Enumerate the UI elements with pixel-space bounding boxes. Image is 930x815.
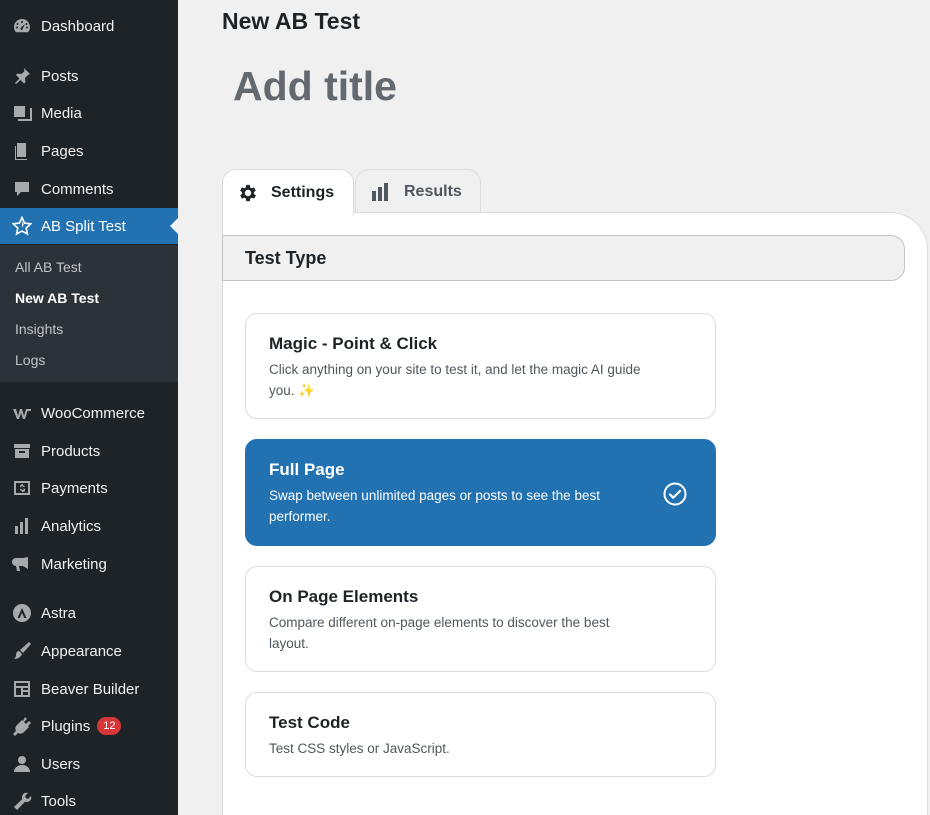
menu-label: Plugins <box>41 717 91 735</box>
menu-label: Astra <box>41 604 77 622</box>
menu-item-payments[interactable]: Payments <box>0 470 178 506</box>
media-icon <box>11 102 33 124</box>
menu-label: Analytics <box>41 517 102 535</box>
plugins-update-badge: 12 <box>97 717 122 735</box>
submenu-item-all-ab-test[interactable]: All AB Test <box>15 259 82 275</box>
menu-label: Users <box>41 755 81 773</box>
plug-icon <box>11 715 33 737</box>
pin-icon <box>11 65 33 87</box>
option-magic-point-click[interactable]: Magic - Point & Click Click anything on … <box>245 313 716 419</box>
tab-results[interactable]: Results <box>355 169 481 213</box>
menu-label: Dashboard <box>41 17 115 35</box>
option-title: Magic - Point & Click <box>269 334 438 353</box>
menu-item-tools[interactable]: Tools <box>0 783 178 815</box>
menu-item-media[interactable]: Media <box>0 95 178 131</box>
dashboard-icon <box>11 15 33 37</box>
menu-item-astra[interactable]: Astra <box>0 595 178 631</box>
menu-label: Media <box>41 104 82 122</box>
menu-label: WooCommerce <box>41 404 145 422</box>
menu-label: Payments <box>41 479 108 497</box>
settings-panel: Test Type Magic - Point & Click Click an… <box>222 212 928 815</box>
menu-item-products[interactable]: Products <box>0 433 178 469</box>
tab-label: Settings <box>271 183 335 201</box>
menu-item-marketing[interactable]: Marketing <box>0 546 178 582</box>
layout-icon <box>11 678 33 700</box>
menu-item-dashboard[interactable]: Dashboard <box>0 8 178 44</box>
brush-icon <box>11 640 33 662</box>
submenu-item-insights[interactable]: Insights <box>15 321 63 337</box>
menu-item-posts[interactable]: Posts <box>0 58 178 94</box>
star-icon <box>11 215 33 237</box>
menu-item-beaver-builder[interactable]: Beaver Builder <box>0 671 178 707</box>
bar-chart-icon <box>11 515 33 537</box>
menu-label: Beaver Builder <box>41 680 140 698</box>
wrench-icon <box>11 790 33 812</box>
archive-icon <box>11 440 33 462</box>
menu-item-comments[interactable]: Comments <box>0 171 178 207</box>
test-type-heading: Test Type <box>222 235 905 281</box>
menu-item-analytics[interactable]: Analytics <box>0 508 178 544</box>
option-title: Test Code <box>269 713 350 732</box>
tab-settings[interactable]: Settings <box>222 169 354 215</box>
admin-sidebar: Dashboard Posts Media Pages Comments AB … <box>0 0 178 815</box>
menu-label: Appearance <box>41 642 122 660</box>
menu-label: Products <box>41 442 101 460</box>
submenu-item-new-ab-test[interactable]: New AB Test <box>15 290 99 306</box>
menu-item-ab-split-test[interactable]: AB Split Test <box>0 208 178 244</box>
option-description: Swap between unlimited pages or posts to… <box>269 488 600 524</box>
option-description: Test CSS styles or JavaScript. <box>269 741 450 756</box>
menu-item-users[interactable]: Users <box>0 746 178 782</box>
tab-label: Results <box>404 182 462 200</box>
menu-item-pages[interactable]: Pages <box>0 133 178 169</box>
pages-icon <box>11 140 33 162</box>
ab-split-test-submenu: All AB Test New AB Test Insights Logs <box>0 245 178 382</box>
menu-label: Pages <box>41 142 84 160</box>
comment-icon <box>11 178 33 200</box>
option-description: Click anything on your site to test it, … <box>269 362 641 398</box>
menu-item-plugins[interactable]: Plugins 12 <box>0 708 178 744</box>
dollar-icon <box>11 477 33 499</box>
menu-item-appearance[interactable]: Appearance <box>0 633 178 669</box>
title-input[interactable] <box>222 56 902 116</box>
gear-icon <box>240 184 256 201</box>
checkmark-circle-icon <box>663 482 687 506</box>
astra-icon <box>11 602 33 624</box>
menu-label: Comments <box>41 180 114 198</box>
woocommerce-icon <box>11 402 33 424</box>
bar-chart-icon <box>372 182 388 201</box>
menu-label: Posts <box>41 67 79 85</box>
option-test-code[interactable]: Test Code Test CSS styles or JavaScript. <box>245 692 716 777</box>
menu-label: AB Split Test <box>41 217 126 235</box>
user-icon <box>11 753 33 775</box>
menu-label: Tools <box>41 792 77 810</box>
section-title: Test Type <box>245 247 327 268</box>
megaphone-icon <box>11 553 33 575</box>
option-full-page[interactable]: Full Page Swap between unlimited pages o… <box>245 439 716 546</box>
page-title: New AB Test <box>222 8 361 34</box>
option-on-page-elements[interactable]: On Page Elements Compare different on-pa… <box>245 566 716 672</box>
option-title: On Page Elements <box>269 587 419 606</box>
menu-item-woocommerce[interactable]: WooCommerce <box>0 395 178 431</box>
submenu-item-logs[interactable]: Logs <box>15 352 45 368</box>
option-description: Compare different on-page elements to di… <box>269 615 610 651</box>
menu-label: Marketing <box>41 555 107 573</box>
option-title: Full Page <box>269 460 345 479</box>
